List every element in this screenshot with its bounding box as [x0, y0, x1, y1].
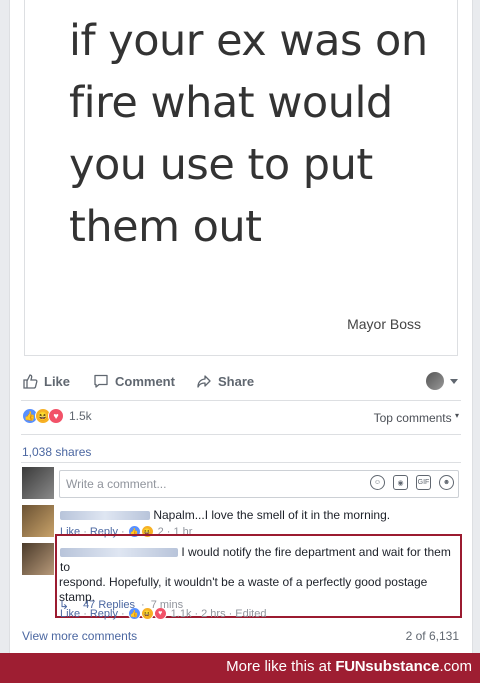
quote-text: if your ex was on fire what would you us…: [69, 10, 449, 258]
like-button[interactable]: Like: [22, 373, 70, 389]
footer-brand-rest: substance: [365, 658, 440, 675]
footer-text: More like this at FUNsubstance.com: [226, 658, 472, 675]
reaction-summary[interactable]: 👍 😆 ♥ 1.5k: [22, 408, 92, 424]
like-label: Like: [44, 373, 71, 389]
top-comments-dropdown[interactable]: Top comments ▾: [374, 411, 459, 425]
quote-line: fire what would: [69, 78, 393, 128]
commenter-avatar[interactable]: [22, 505, 54, 537]
comment-edited[interactable]: Edited: [235, 608, 266, 620]
shares-link[interactable]: 1,038 shares: [22, 445, 91, 459]
composer-icons: ☺ ◉ GIF ☻: [370, 475, 454, 490]
comment-icon: [94, 374, 108, 388]
share-arrow-icon: [197, 375, 211, 388]
camera-icon[interactable]: ◉: [393, 475, 408, 490]
comment-input[interactable]: Write a comment... ☺ ◉ GIF ☻: [59, 470, 459, 498]
divider: [21, 400, 461, 401]
caret-down-icon: ▾: [454, 411, 459, 420]
comment-button[interactable]: Comment: [93, 373, 175, 389]
commenter-name[interactable]: [60, 548, 178, 558]
quote-author: Mayor Boss: [347, 316, 421, 332]
user-avatar[interactable]: [22, 467, 54, 499]
divider: [21, 462, 461, 463]
thumbs-up-icon: [23, 374, 38, 389]
sticker-icon[interactable]: ☻: [439, 475, 454, 490]
quote-line: you use to put: [69, 140, 373, 190]
comment-body: Napalm...I love the smell of it in the m…: [60, 508, 390, 523]
comment-label: Comment: [115, 373, 175, 389]
comment-body: I would notify the fire department and w…: [60, 545, 455, 575]
replies-time: 7 mins: [150, 599, 184, 611]
reply-arrow-icon: ↳: [59, 598, 70, 612]
comment-time[interactable]: 2 hrs: [201, 608, 225, 620]
audience-menu[interactable]: [426, 372, 458, 390]
quote-line: if your ex was on: [69, 16, 428, 66]
post-image[interactable]: if your ex was on fire what would you us…: [24, 0, 458, 356]
chevron-down-icon: [450, 378, 458, 384]
reaction-count: 1.5k: [69, 409, 92, 423]
commenter-name[interactable]: [60, 511, 150, 521]
gif-icon[interactable]: GIF: [416, 475, 431, 490]
love-reaction-icon: ♥: [48, 408, 64, 424]
top-comments-label: Top comments: [373, 411, 452, 425]
share-label: Share: [218, 373, 255, 389]
commenter-avatar[interactable]: [22, 543, 54, 575]
share-button[interactable]: Share: [196, 373, 254, 389]
view-replies-link[interactable]: ↳ 47 Replies · 7 mins: [59, 598, 183, 612]
page-avatar: [426, 372, 444, 390]
view-more-comments-link[interactable]: View more comments: [22, 629, 137, 643]
comment-placeholder: Write a comment...: [66, 477, 167, 491]
footer-brand-fun: FUN: [335, 658, 366, 675]
watermark-footer: More like this at FUNsubstance.com: [0, 653, 480, 683]
footer-prefix: More like this at: [226, 658, 336, 675]
divider: [21, 434, 461, 435]
footer-brand-tld: .com: [439, 658, 472, 675]
gif-label: GIF: [417, 479, 430, 486]
comment-pager: 2 of 6,131: [405, 629, 459, 643]
post-actions: Like Comment Share: [22, 372, 462, 393]
quote-line: them out: [69, 202, 262, 252]
replies-count: 47 Replies: [83, 599, 136, 611]
emoji-icon[interactable]: ☺: [370, 475, 385, 490]
comment-text: Napalm...I love the smell of it in the m…: [153, 508, 391, 522]
